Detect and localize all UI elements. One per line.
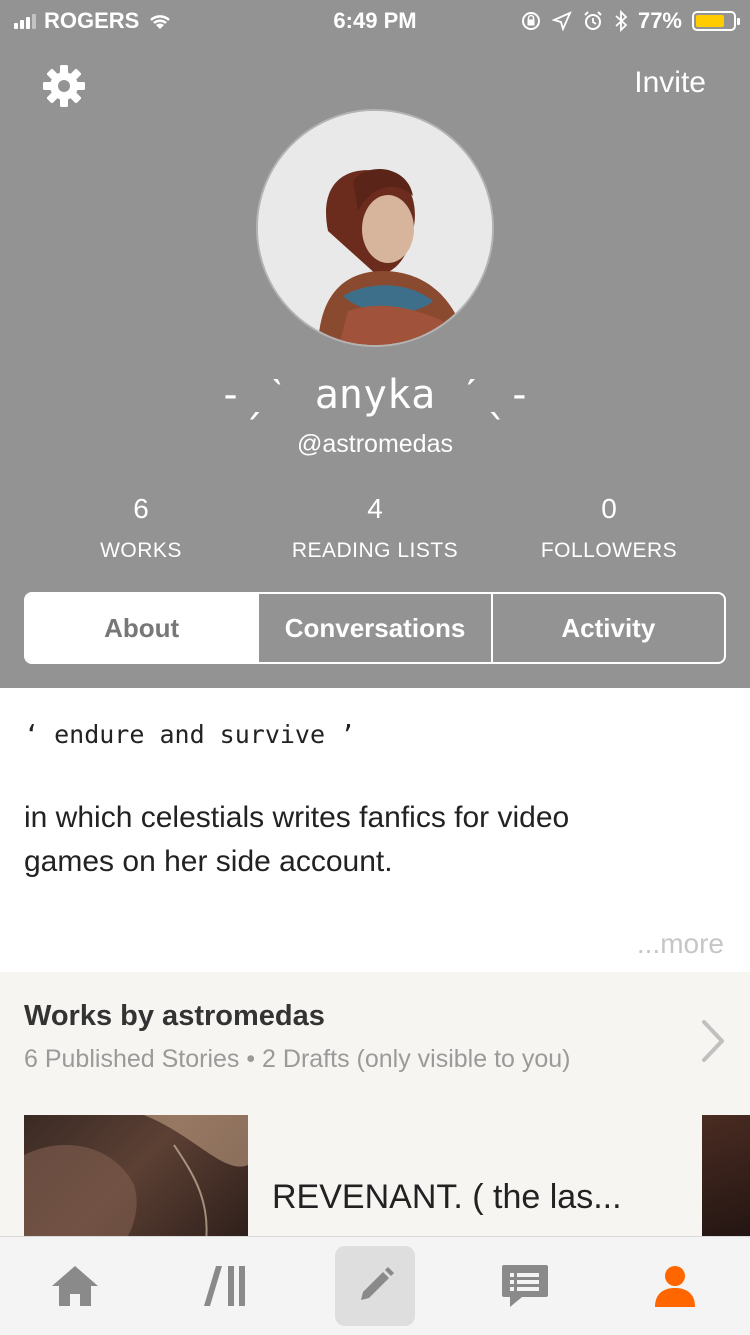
battery-icon <box>692 11 740 31</box>
display-name: -ˏˋ anyka ˊˎ- <box>218 372 532 418</box>
works-subtitle: 6 Published Stories • 2 Drafts (only vis… <box>24 1045 571 1073</box>
nav-messages[interactable] <box>450 1237 600 1335</box>
stat-label: READING LISTS <box>291 539 459 562</box>
stat-label: WORKS <box>100 539 182 562</box>
bluetooth-icon <box>615 10 628 32</box>
profile-tabs: About Conversations Activity <box>24 592 726 664</box>
story-cover[interactable] <box>702 1115 750 1255</box>
stat-value: 4 <box>367 493 383 524</box>
about-quote: ‘ endure and survive ’ <box>24 720 356 749</box>
rotation-lock-icon <box>521 12 540 30</box>
location-icon <box>551 11 572 31</box>
tab-about[interactable]: About <box>26 594 258 662</box>
nav-home[interactable] <box>0 1237 150 1335</box>
alarm-icon <box>584 11 602 30</box>
status-bar: ROGERS 6:49 PM 77% <box>0 0 750 40</box>
chevron-right-icon[interactable] <box>698 1016 728 1066</box>
write-button <box>335 1246 415 1326</box>
stat-reading-lists[interactable]: 4 READING LISTS <box>258 493 492 563</box>
status-right: 77% <box>520 8 740 34</box>
more-link[interactable]: ...more <box>637 928 724 960</box>
stat-value: 0 <box>601 493 617 524</box>
story-cover[interactable] <box>24 1115 248 1255</box>
stat-value: 6 <box>133 493 149 524</box>
username: @astromedas <box>297 430 453 458</box>
works-title[interactable]: Works by astromedas <box>24 1000 325 1033</box>
story-cover-image <box>24 1115 248 1255</box>
pencil-icon <box>361 1267 394 1300</box>
about-description: in which celestials writes fanfics for v… <box>24 801 570 878</box>
avatar-image <box>258 111 492 345</box>
nav-write[interactable] <box>300 1237 450 1335</box>
messages-icon <box>502 1265 548 1307</box>
nav-profile[interactable] <box>600 1237 750 1335</box>
stat-label: FOLLOWERS <box>540 539 678 562</box>
invite-button[interactable]: Invite <box>634 66 706 100</box>
battery-percent: 77% <box>637 8 682 33</box>
profile-header: ROGERS 6:49 PM 77% Invite -ˏˋ anyka ˊˎ- … <box>0 0 750 688</box>
stat-followers[interactable]: 0 FOLLOWERS <box>492 493 726 563</box>
gear-icon[interactable] <box>40 62 88 110</box>
library-icon <box>204 1266 245 1306</box>
tab-activity[interactable]: Activity <box>490 594 724 662</box>
avatar[interactable] <box>256 109 494 347</box>
profile-icon <box>655 1266 695 1307</box>
nav-library[interactable] <box>150 1237 300 1335</box>
battery-fill <box>696 15 724 27</box>
stat-works[interactable]: 6 WORKS <box>24 493 258 563</box>
tab-conversations[interactable]: Conversations <box>257 594 490 662</box>
home-icon <box>52 1266 98 1306</box>
story-title[interactable]: REVENANT. ( the las... <box>272 1178 622 1217</box>
bottom-nav <box>0 1236 750 1335</box>
